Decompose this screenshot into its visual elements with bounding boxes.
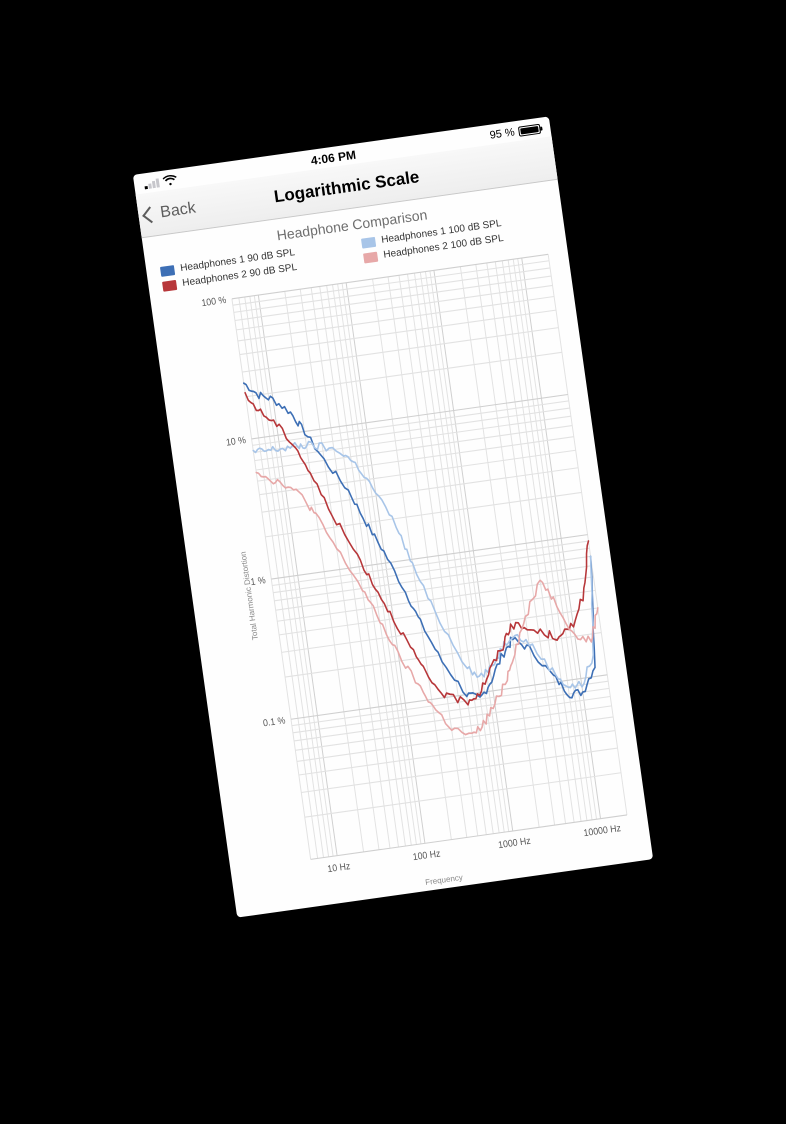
- status-left: [143, 173, 177, 190]
- svg-text:1000 Hz: 1000 Hz: [498, 835, 532, 850]
- back-button[interactable]: Back: [142, 187, 199, 237]
- chart-plot[interactable]: Total Harmonic Distortion 100 %10 %1 %0.…: [189, 247, 640, 898]
- battery-percent: 95 %: [489, 126, 516, 141]
- page-title: Logarithmic Scale: [273, 167, 421, 207]
- battery-icon: [518, 124, 541, 137]
- svg-text:100 %: 100 %: [201, 294, 227, 308]
- phone-screen: 4:06 PM 95 % Back Logarithmic Scale Head…: [133, 116, 653, 917]
- chart-container: Headphone Comparison Headphones 1 90 dB …: [142, 180, 653, 918]
- legend-swatch-3: [162, 279, 177, 291]
- svg-text:10 Hz: 10 Hz: [327, 861, 351, 875]
- chevron-left-icon: [142, 206, 159, 223]
- legend-swatch-2: [361, 236, 376, 248]
- legend-swatch-1: [160, 265, 175, 277]
- chart-svg: 100 %10 %1 %0.1 %10 Hz100 Hz1000 Hz10000…: [189, 247, 640, 898]
- legend-swatch-4: [363, 251, 378, 263]
- svg-text:10 %: 10 %: [225, 435, 246, 448]
- cellular-signal-icon: [144, 177, 160, 189]
- wifi-icon: [162, 173, 178, 188]
- svg-text:10000 Hz: 10000 Hz: [583, 823, 622, 839]
- back-label: Back: [159, 199, 197, 222]
- svg-text:0.1 %: 0.1 %: [262, 715, 286, 729]
- svg-text:100 Hz: 100 Hz: [412, 848, 441, 862]
